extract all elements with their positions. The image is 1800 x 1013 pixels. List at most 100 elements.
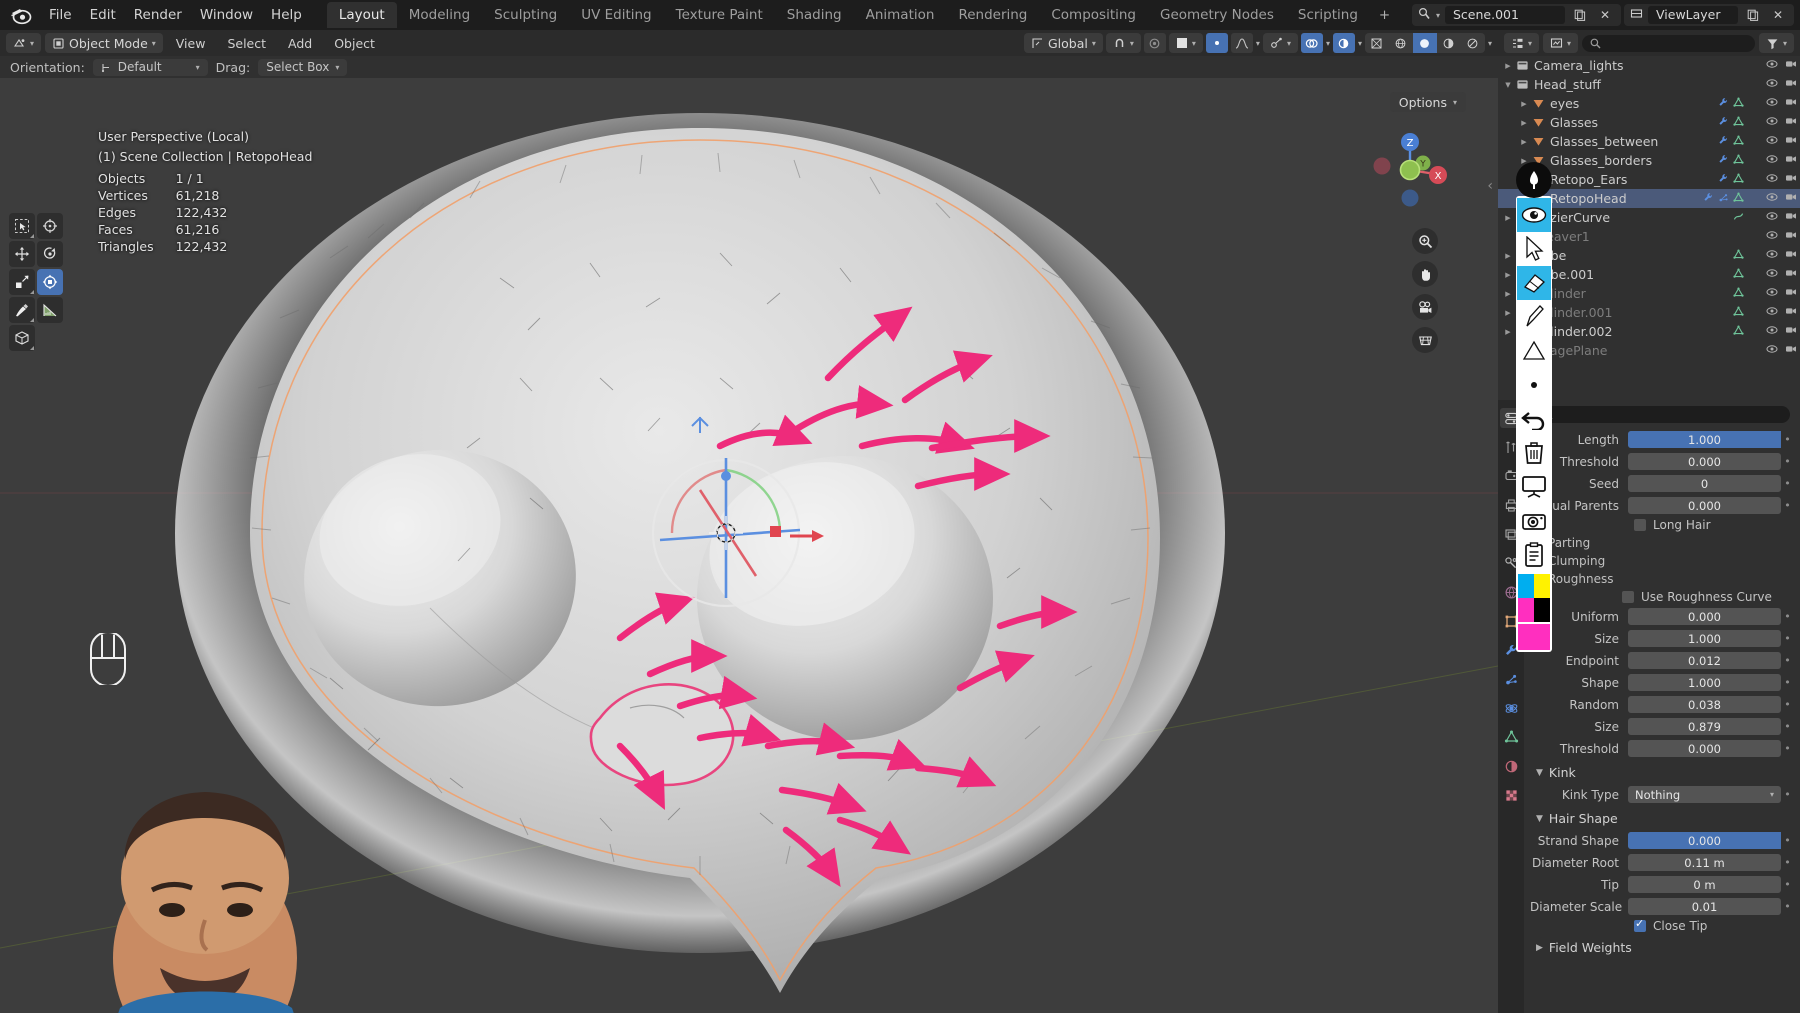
cursor-arrow-icon[interactable] — [1517, 232, 1551, 266]
wrench-icon[interactable] — [1703, 192, 1714, 206]
editor-type-button[interactable]: ▾ — [6, 33, 42, 53]
eye-icon[interactable] — [1765, 96, 1778, 111]
kink-type-dropdown[interactable]: Nothing ▾ — [1628, 786, 1781, 803]
scene-name-field[interactable]: Scene.001 — [1445, 6, 1565, 24]
pen-nib-icon[interactable] — [1516, 162, 1552, 198]
mesh-data-icon[interactable] — [1733, 115, 1744, 130]
cursor-tool[interactable] — [37, 213, 63, 239]
proportional-edit-button[interactable] — [1143, 33, 1166, 53]
section-field-weights[interactable]: ▶ Field Weights — [1536, 940, 1794, 955]
animate-dot-icon[interactable]: • — [1781, 878, 1794, 891]
section-kink[interactable]: ▼ Kink — [1536, 765, 1794, 780]
shading-solid-button[interactable] — [1412, 33, 1437, 53]
animate-dot-icon[interactable]: • — [1781, 720, 1794, 733]
field-shape[interactable]: Shape 1.000 • — [1530, 673, 1794, 692]
outliner-row-glasses-between[interactable]: ▶ Glasses_between — [1498, 132, 1800, 151]
eye-icon[interactable] — [1765, 324, 1778, 339]
field-value-slider[interactable]: 0.000 — [1628, 608, 1781, 625]
mesh-data-icon[interactable] — [1733, 324, 1744, 339]
link-parting[interactable]: Parting — [1548, 536, 1794, 550]
camera-icon[interactable] — [1784, 324, 1797, 339]
tab-texture-paint[interactable]: Texture Paint — [664, 2, 775, 28]
viewport-menu-select[interactable]: Select — [218, 36, 275, 51]
chevron-left-icon[interactable]: ‹ — [1487, 178, 1493, 194]
animate-dot-icon[interactable]: • — [1781, 834, 1794, 847]
field-value-slider[interactable]: 0.038 — [1628, 696, 1781, 713]
color-yellow[interactable] — [1534, 574, 1550, 598]
transform-orientation-selector[interactable]: Global ▾ — [1024, 33, 1103, 53]
select-box-tool[interactable] — [9, 213, 35, 239]
blender-logo-icon[interactable] — [8, 2, 34, 28]
viewport-menu-view[interactable]: View — [167, 36, 215, 51]
eye-icon[interactable] — [1765, 134, 1778, 149]
tab-compositing[interactable]: Compositing — [1039, 2, 1148, 28]
viewport-toolbar[interactable] — [9, 213, 63, 351]
color-magenta-active[interactable] — [1518, 624, 1550, 650]
chevron-right-icon[interactable]: ▶ — [1502, 328, 1514, 336]
eye-icon[interactable] — [1765, 153, 1778, 168]
menu-edit[interactable]: Edit — [81, 4, 125, 26]
field-virtual-parents[interactable]: Virtual Parents 0.000 • — [1530, 496, 1794, 515]
chevron-down-icon[interactable]: ▼ — [1502, 81, 1514, 89]
shading-mode-group[interactable] — [1364, 33, 1485, 53]
field-size-1[interactable]: Size 1.000 • — [1530, 629, 1794, 648]
constraints-tab[interactable] — [1500, 727, 1522, 747]
toggle-perspective-icon[interactable] — [1412, 327, 1438, 353]
tab-geometry-nodes[interactable]: Geometry Nodes — [1148, 2, 1286, 28]
camera-icon[interactable] — [1784, 191, 1797, 206]
wrench-icon[interactable] — [1718, 154, 1729, 168]
camera-icon[interactable] — [1784, 134, 1797, 149]
field-value-slider[interactable]: 0.012 — [1628, 652, 1781, 669]
outliner-row-glasses[interactable]: ▶ Glasses — [1498, 113, 1800, 132]
eye-icon[interactable] — [1765, 58, 1778, 73]
outliner-display-mode-icon[interactable]: ▾ — [1504, 33, 1540, 53]
camera-icon[interactable] — [1784, 210, 1797, 225]
zoom-icon[interactable] — [1412, 228, 1438, 254]
camera-icon[interactable] — [1784, 286, 1797, 301]
animate-dot-icon[interactable]: • — [1781, 856, 1794, 869]
field-value-slider[interactable]: 0 m — [1628, 876, 1781, 893]
eye-icon[interactable] — [1765, 343, 1778, 358]
wrench-icon[interactable] — [1718, 173, 1729, 187]
tab-sculpting[interactable]: Sculpting — [482, 2, 569, 28]
annotate-tool[interactable] — [9, 297, 35, 323]
field-value-slider[interactable]: 0.01 — [1628, 898, 1781, 915]
visibility-toggle-button[interactable] — [1205, 33, 1228, 53]
new-viewlayer-button[interactable] — [1743, 5, 1763, 25]
wrench-icon[interactable] — [1718, 97, 1729, 111]
outliner-row-eyes[interactable]: ▶ eyes — [1498, 94, 1800, 113]
animate-dot-icon[interactable]: • — [1781, 676, 1794, 689]
field-value-slider[interactable]: 0.000 — [1628, 497, 1781, 514]
camera-icon[interactable] — [1784, 96, 1797, 111]
tab-modeling[interactable]: Modeling — [397, 2, 482, 28]
shading-rendered-button[interactable] — [1461, 33, 1485, 53]
orientation-dropdown[interactable]: Default ▾ — [92, 58, 208, 76]
new-scene-button[interactable] — [1570, 5, 1590, 25]
scene-selector[interactable]: ▾ Scene.001 ✕ — [1411, 4, 1621, 26]
eye-icon[interactable] — [1765, 115, 1778, 130]
camera-icon[interactable] — [1784, 267, 1797, 282]
mode-selector[interactable]: Object Mode ▾ — [45, 33, 163, 53]
mesh-data-icon[interactable] — [1733, 191, 1744, 206]
eye-icon[interactable] — [1765, 248, 1778, 263]
camera-icon[interactable] — [1784, 172, 1797, 187]
add-workspace-tab-button[interactable]: + — [1370, 2, 1399, 28]
field-value-slider[interactable]: 0.11 m — [1628, 854, 1781, 871]
shading-solid-wire-button[interactable] — [1389, 33, 1413, 53]
show-overlays-button[interactable] — [1300, 33, 1323, 53]
3d-viewport[interactable]: User Perspective (Local) (1) Scene Colle… — [0, 78, 1498, 1013]
mesh-data-icon[interactable] — [1733, 134, 1744, 149]
camera-icon[interactable] — [1784, 305, 1797, 320]
field-length[interactable]: Length 1.000 • — [1530, 430, 1794, 449]
camera-icon[interactable] — [1784, 229, 1797, 244]
color-black[interactable] — [1534, 598, 1550, 622]
field-value-number[interactable]: 0 — [1628, 475, 1781, 492]
tab-animation[interactable]: Animation — [854, 2, 947, 28]
field-random[interactable]: Random 0.038 • — [1530, 695, 1794, 714]
field-value-slider[interactable]: 1.000 — [1628, 431, 1781, 448]
camera-icon[interactable] — [1784, 343, 1797, 358]
mesh-data-icon[interactable] — [1733, 153, 1744, 168]
field-tip[interactable]: Tip 0 m • — [1530, 875, 1794, 894]
pencil-icon[interactable] — [1517, 300, 1551, 334]
transform-tool[interactable] — [37, 269, 63, 295]
